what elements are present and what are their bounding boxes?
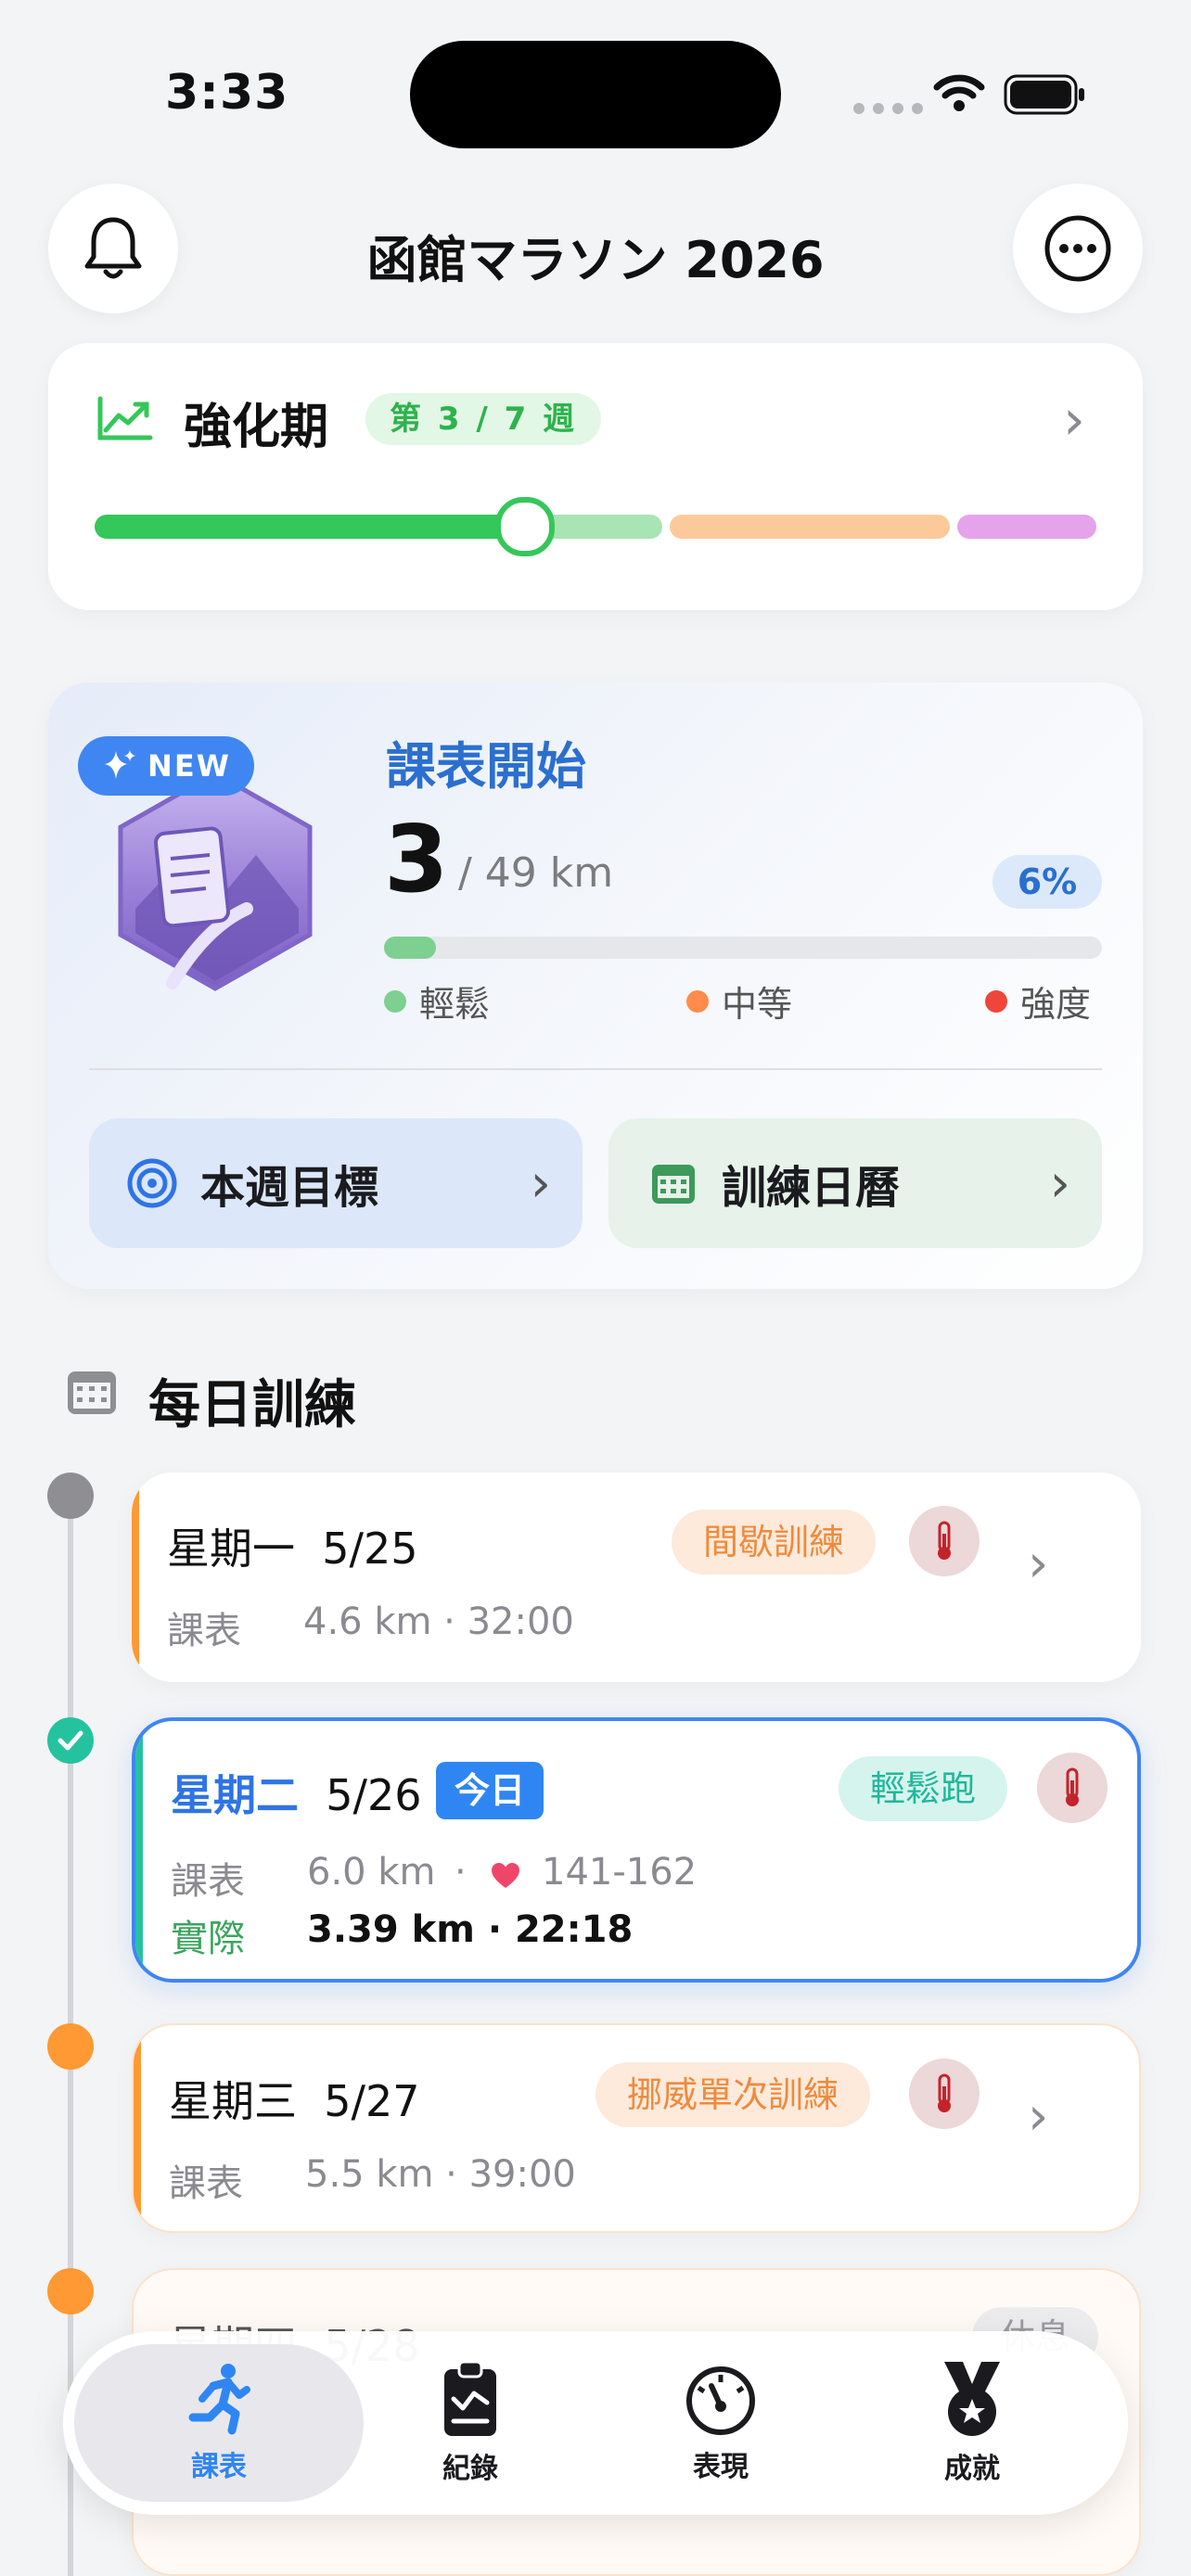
workout-type-tag: 間歇訓練 [672, 1510, 877, 1575]
chevron-right-icon: › [1049, 1153, 1070, 1214]
legend-moderate-label: 中等 [722, 984, 793, 1025]
day-name: 星期一 5/25 [167, 1524, 418, 1574]
day-name: 星期三 5/27 [169, 2076, 420, 2126]
trend-chart-icon [97, 396, 153, 440]
heart-icon [492, 1863, 519, 1888]
thermometer-icon [1037, 1753, 1108, 1823]
weekly-km-done: 3 [384, 805, 449, 913]
timeline-dot-past [47, 1473, 94, 1519]
plan-title: 課表開始 [386, 737, 586, 796]
legend-easy-label: 輕鬆 [419, 984, 491, 1025]
weekly-progress-track [384, 937, 1102, 959]
clipboard-icon [444, 2360, 496, 2436]
daily-training-title: 每日訓練 [148, 1375, 356, 1435]
tab-records-label: 紀錄 [442, 2453, 498, 2485]
workout-type-tag: 輕鬆跑 [839, 1756, 1008, 1821]
workout-type-tag: 挪威單次訓練 [596, 2062, 871, 2127]
plan-label: 課表 [169, 2162, 243, 2205]
legend-easy: 輕鬆 [384, 976, 490, 1027]
plan-value: 4.6 km · 32:00 [303, 1600, 574, 1643]
phase-name: 強化期 [184, 400, 329, 455]
legend-moderate: 中等 [686, 976, 792, 1027]
tab-plan-label: 課表 [191, 2451, 247, 2483]
battery-icon [1004, 74, 1084, 115]
calendar-icon [652, 1165, 695, 1204]
tab-achievements[interactable]: 成就 [847, 2331, 1097, 2515]
sparkles-icon [105, 750, 136, 779]
phase-segment-taper [957, 515, 1096, 539]
dynamic-island [410, 41, 781, 148]
actual-value: 3.39 km · 22:18 [307, 1908, 634, 1951]
timeline-check-icon [47, 1717, 94, 1764]
legend-hard-dot [985, 989, 1007, 1013]
chevron-right-icon: › [1028, 2086, 1049, 2147]
legend-easy-dot [384, 989, 406, 1013]
weekly-percent-badge: 6% [992, 855, 1102, 909]
phase-segment-build-done [95, 515, 525, 539]
weekly-goal-label: 本週目標 [200, 1162, 379, 1214]
tab-bar: 課表 紀錄 表現 成就 [63, 2331, 1128, 2515]
target-icon [127, 1158, 177, 1208]
actual-label: 實際 [171, 1918, 245, 1960]
thermometer-icon [909, 1506, 980, 1576]
medal-icon [944, 2362, 1000, 2436]
wifi-icon [933, 74, 985, 111]
legend-moderate-dot [686, 989, 709, 1013]
timeline-dot-upcoming [47, 2268, 94, 2315]
cellular-signal-icon [853, 103, 923, 114]
running-figure-icon [188, 2364, 250, 2435]
day-accent-bar [135, 1721, 143, 1979]
legend-hard-label: 強度 [1020, 984, 1092, 1025]
plan-value: 5.5 km · 39:00 [305, 2153, 576, 2196]
page-title: 函館マラソン 2026 [366, 231, 825, 289]
plan-divider [89, 1068, 1102, 1070]
separator-dot: · [455, 1851, 467, 1894]
status-time: 3:33 [165, 65, 289, 121]
more-options-button[interactable] [1013, 184, 1143, 313]
week-badge: 第 3 / 7 週 [365, 393, 602, 445]
chevron-right-icon: › [1063, 388, 1085, 453]
timeline-dot-upcoming [47, 2023, 94, 2070]
thermometer-icon [909, 2059, 980, 2129]
day-card-tuesday-today[interactable]: 星期二 5/26 今日 輕鬆跑 課表 6.0 km · 141-162 實際 3… [132, 1717, 1141, 1983]
day-card-wednesday[interactable]: 星期三 5/27 挪威單次訓練 › 課表 5.5 km · 39:00 [132, 2023, 1141, 2233]
training-calendar-label: 訓練日曆 [722, 1162, 901, 1214]
plan-label: 課表 [171, 1860, 245, 1903]
plan-start-badge-icon [118, 771, 313, 991]
new-badge-label: NEW [147, 748, 231, 784]
gauge-icon [686, 2366, 755, 2435]
weekly-goal-button[interactable]: 本週目標 › [89, 1118, 583, 1248]
phase-progress-knob [495, 497, 555, 556]
plan-distance: 6.0 km [307, 1851, 436, 1894]
tab-performance[interactable]: 表現 [596, 2331, 846, 2515]
day-card-monday[interactable]: 星期一 5/25 間歇訓練 › 課表 4.6 km · 32:00 [132, 1473, 1141, 1682]
training-calendar-button[interactable]: 訓練日曆 › [608, 1118, 1102, 1248]
new-badge: NEW [78, 736, 254, 796]
ellipsis-circle-icon [1044, 215, 1111, 282]
calendar-icon [68, 1371, 116, 1414]
weekly-progress-fill [384, 937, 436, 959]
weekly-km-total: / 49 km [458, 849, 614, 897]
today-badge: 今日 [436, 1762, 544, 1819]
day-accent-bar [134, 2025, 141, 2231]
day-name: 星期二 5/26 [171, 1770, 422, 1820]
tab-achievements-label: 成就 [944, 2453, 1000, 2485]
tab-plan[interactable]: 課表 [94, 2331, 344, 2515]
tab-records[interactable]: 紀錄 [345, 2331, 596, 2515]
legend-hard: 強度 [985, 976, 1091, 1027]
phase-segment-peak [670, 515, 950, 539]
tab-performance-label: 表現 [693, 2451, 749, 2483]
plan-label: 課表 [167, 1610, 241, 1652]
chevron-right-icon: › [1028, 1534, 1049, 1594]
day-accent-bar [132, 1473, 139, 1682]
plan-heart-rate: 141-162 [542, 1851, 698, 1894]
phase-card[interactable] [48, 343, 1143, 610]
chevron-right-icon: › [530, 1153, 551, 1214]
